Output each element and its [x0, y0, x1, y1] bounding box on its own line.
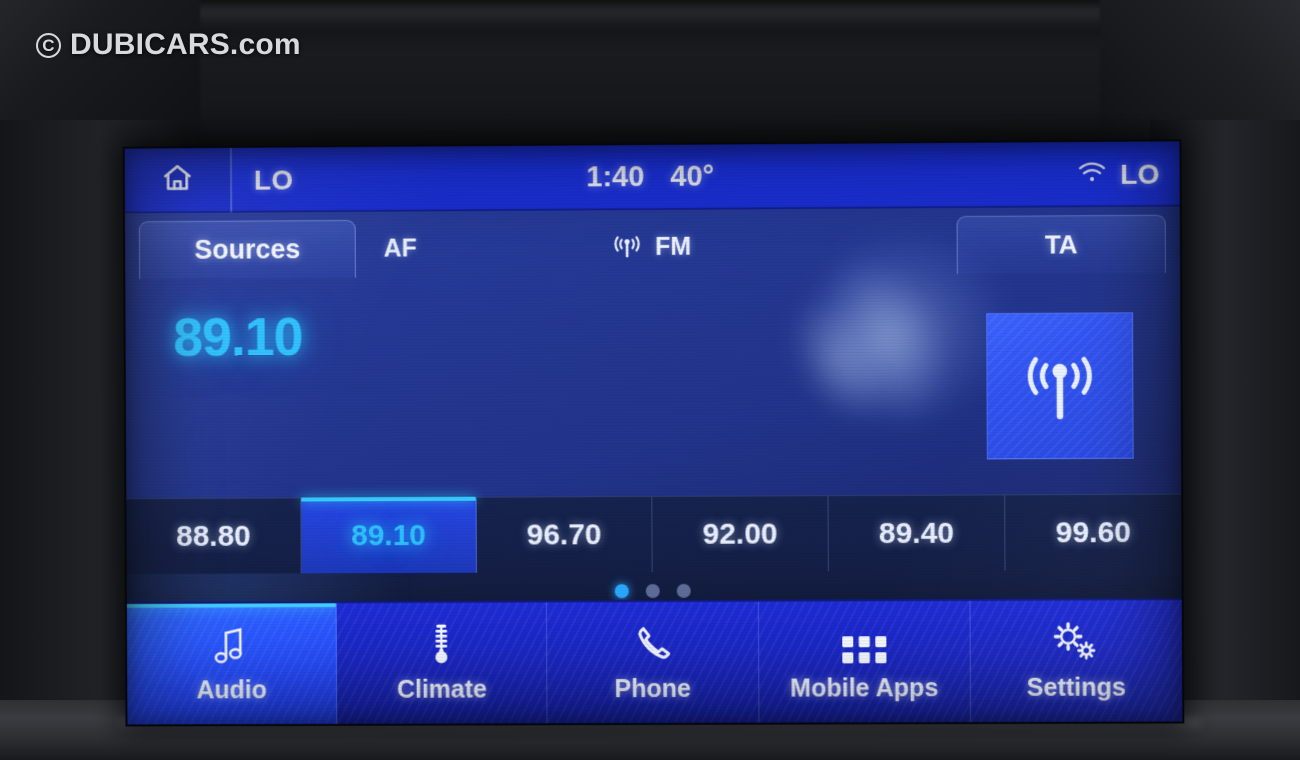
preset-button[interactable]: 99.60: [1005, 495, 1181, 571]
climate-status-right[interactable]: LO: [1120, 158, 1159, 190]
page-dot[interactable]: [645, 584, 659, 598]
preset-row: 88.80 89.10 96.70 92.00 89.40 99.60: [126, 494, 1181, 574]
audio-toolbar: Sources AF FM TA: [125, 207, 1180, 288]
now-playing-zone: 89.10: [125, 281, 1181, 498]
preset-button[interactable]: 89.10: [301, 498, 477, 574]
band-label: FM: [655, 232, 691, 261]
af-button[interactable]: AF: [384, 234, 417, 263]
antenna-broadcast-icon: [1015, 342, 1104, 430]
broadcast-icon: [610, 230, 644, 265]
nav-label-mobile-apps: Mobile Apps: [790, 674, 938, 704]
infotainment-screen: LO 1:40 40° LO Sources AF FM TA 89.10 88…: [125, 141, 1183, 724]
sources-button[interactable]: Sources: [139, 220, 356, 279]
bottom-navigation-bar: Audio Climate Phone Mobile Apps Settings: [127, 598, 1182, 724]
climate-status-left[interactable]: LO: [232, 164, 294, 196]
bezel-sheen: [150, 6, 1200, 28]
audio-screen: Sources AF FM TA 89.10 88.80 89.10 96.70…: [125, 207, 1182, 602]
status-bar: LO 1:40 40° LO: [125, 141, 1180, 213]
clock: 1:40: [586, 161, 644, 194]
music-note-icon: [208, 622, 254, 668]
home-icon: [160, 161, 194, 200]
watermark-text: DUBICARS.com: [70, 28, 301, 62]
direct-tune-button[interactable]: [986, 312, 1134, 459]
outside-temperature: 40°: [670, 161, 714, 194]
wifi-signal-icon: [1077, 158, 1107, 190]
watermark: C DUBICARS.com: [36, 28, 301, 62]
nav-item-settings[interactable]: Settings: [970, 600, 1182, 722]
nav-label-climate: Climate: [397, 676, 487, 705]
preset-page-indicator[interactable]: [127, 570, 1182, 602]
thermometer-icon: [427, 622, 457, 668]
home-button[interactable]: [125, 148, 233, 214]
page-dot[interactable]: [676, 584, 690, 598]
nav-label-phone: Phone: [614, 675, 691, 704]
nav-label-audio: Audio: [196, 676, 267, 705]
page-dot-active[interactable]: [614, 584, 628, 598]
preset-button[interactable]: 96.70: [477, 497, 653, 573]
nav-item-phone[interactable]: Phone: [547, 602, 759, 724]
current-frequency: 89.10: [173, 306, 303, 369]
copyright-icon: C: [36, 33, 61, 58]
nav-label-settings: Settings: [1027, 673, 1126, 702]
nav-item-audio[interactable]: Audio: [127, 603, 338, 724]
preset-button[interactable]: 92.00: [652, 496, 829, 572]
infotainment-photo: C DUBICARS.com LO 1:40 40° LO Sources AF…: [0, 0, 1300, 760]
preset-button[interactable]: 89.40: [828, 495, 1005, 571]
nav-item-mobile-apps[interactable]: Mobile Apps: [758, 601, 970, 723]
phone-handset-icon: [630, 621, 674, 667]
nav-item-climate[interactable]: Climate: [337, 602, 548, 724]
app-grid-icon: [839, 620, 889, 666]
ta-button[interactable]: TA: [957, 215, 1166, 274]
gears-icon: [1050, 619, 1103, 665]
status-right: LO: [1077, 158, 1160, 191]
preset-button[interactable]: 88.80: [126, 499, 301, 574]
